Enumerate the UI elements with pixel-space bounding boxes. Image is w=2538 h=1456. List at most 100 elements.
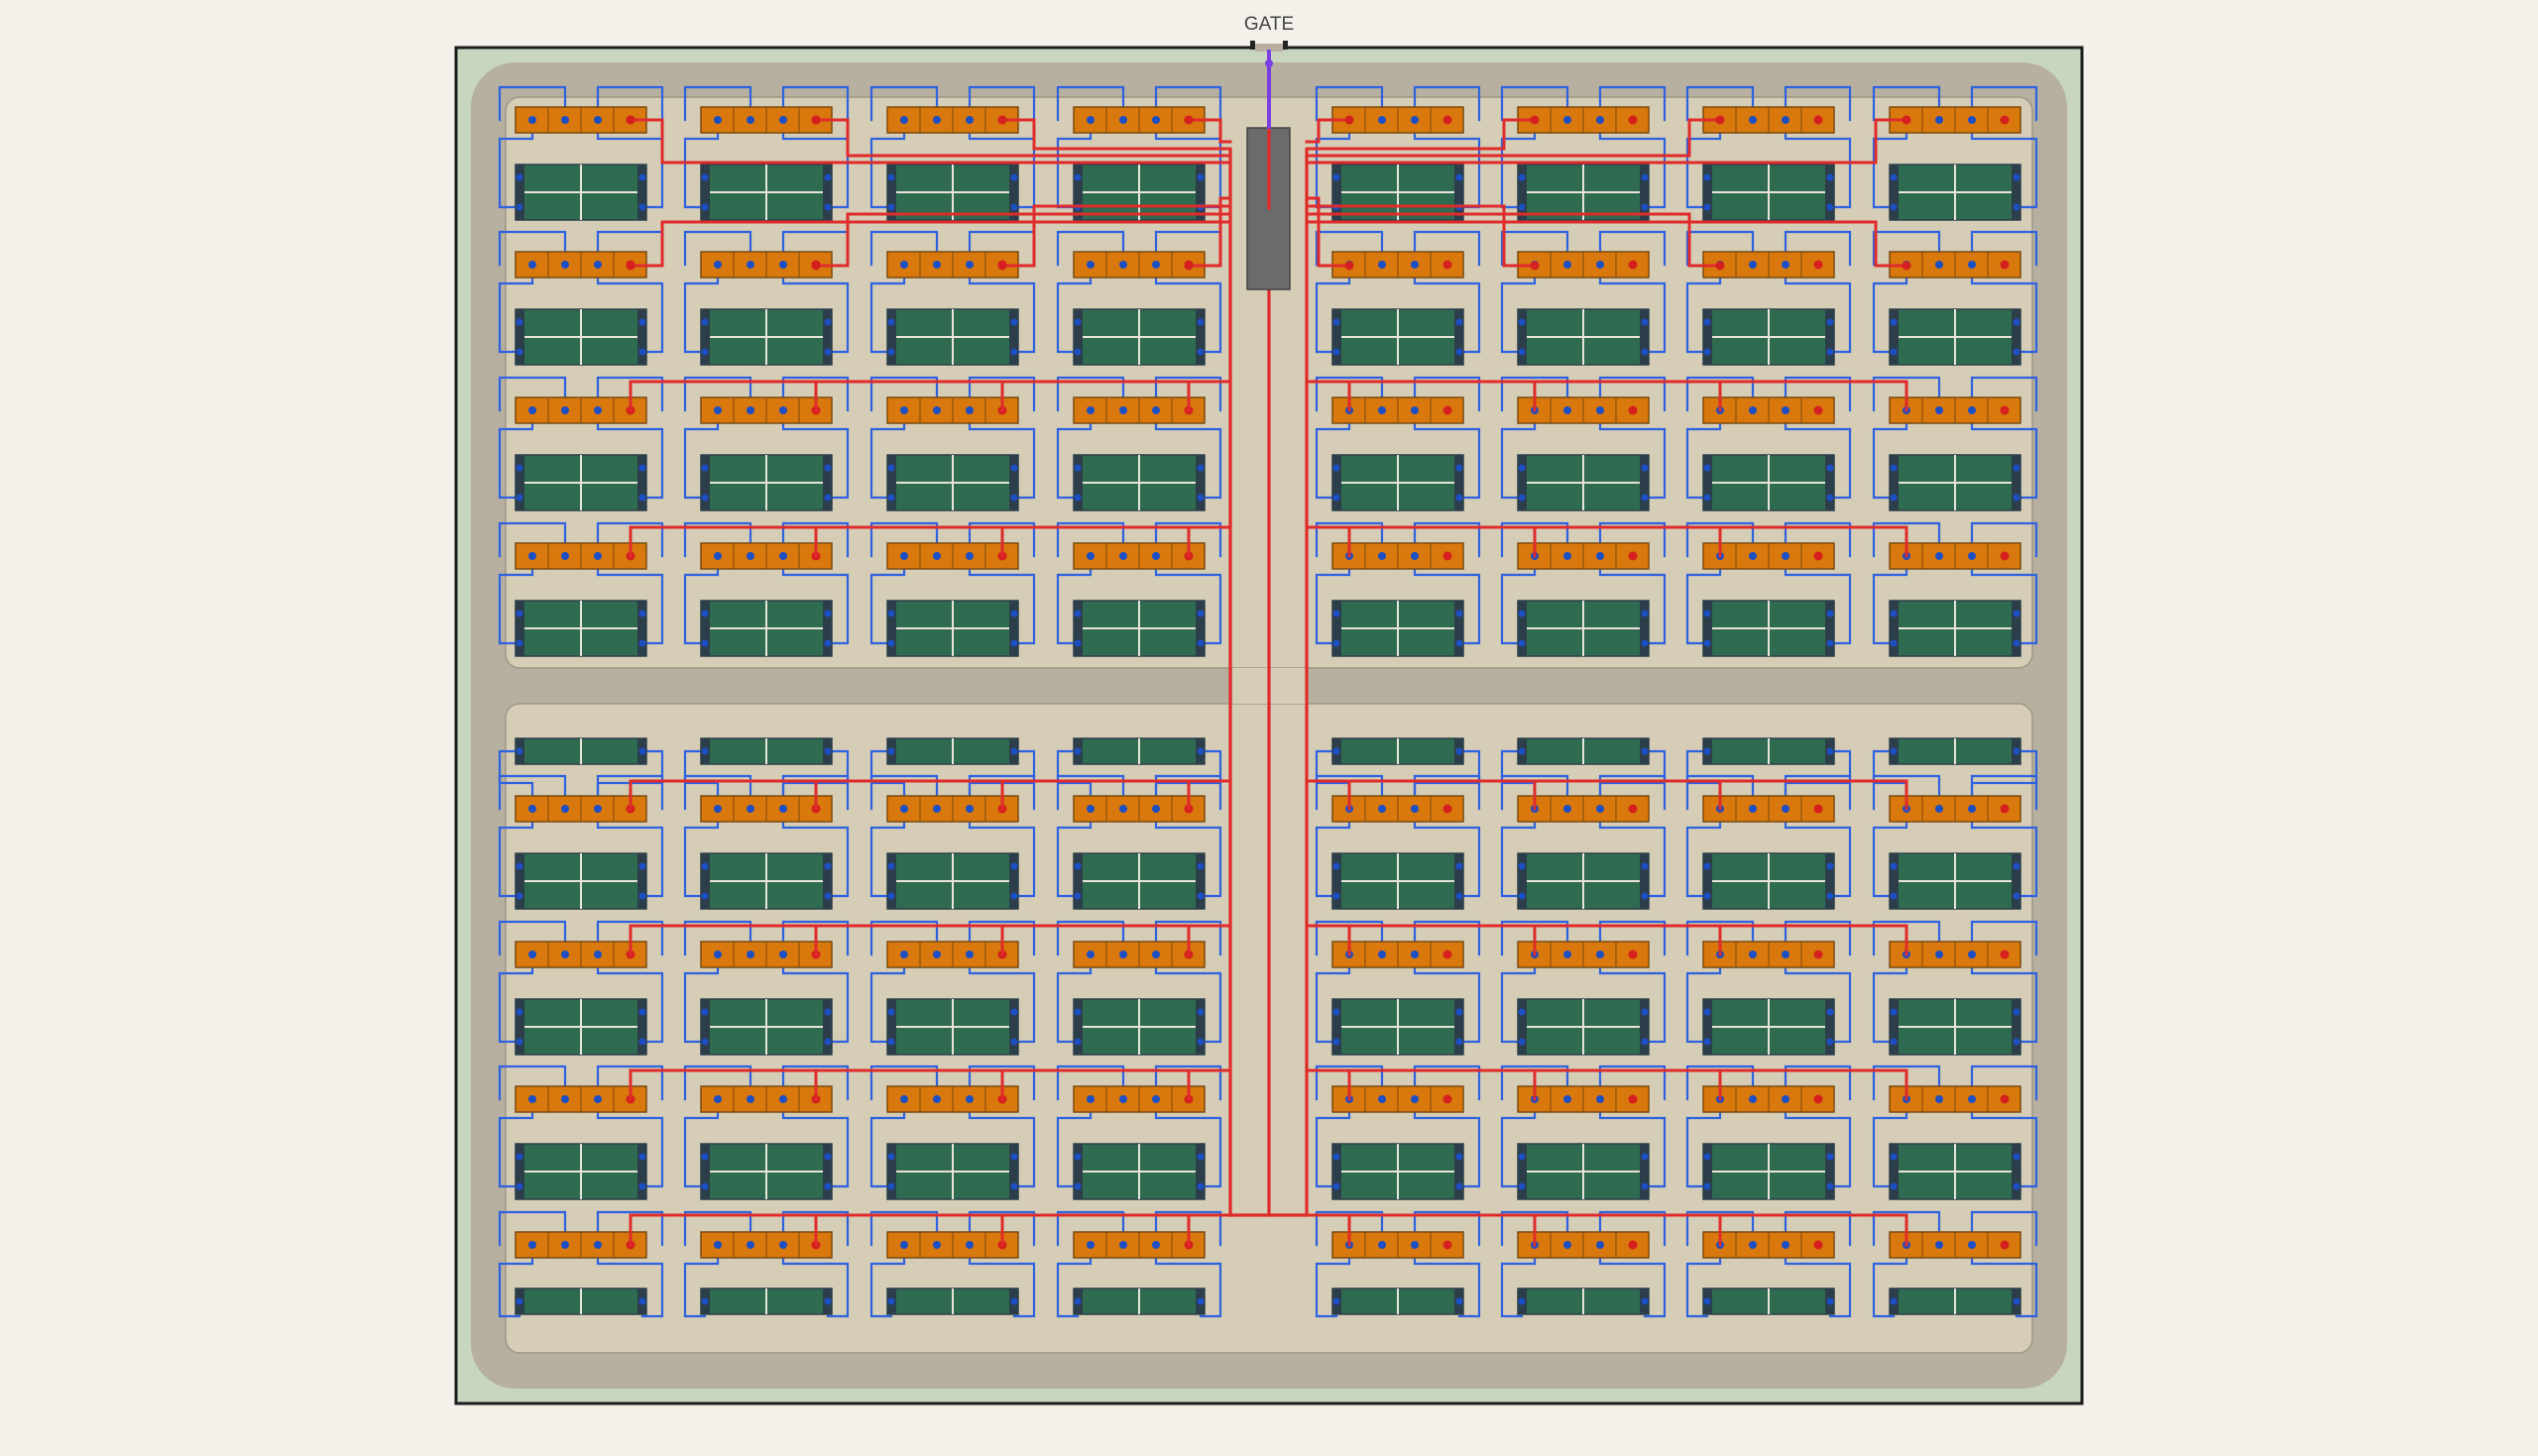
row-node	[1119, 805, 1127, 813]
row-node	[1378, 261, 1386, 269]
tree-row-south-0-3	[515, 1231, 647, 1259]
plot-node	[1332, 862, 1340, 870]
row-node	[561, 951, 569, 958]
plot-node	[1703, 1297, 1711, 1305]
grave-block-north-3-2	[1073, 454, 1206, 511]
plot-node	[1332, 639, 1340, 647]
plot-edge	[1454, 1144, 1463, 1199]
grave-block-south-5-1	[1517, 998, 1650, 1056]
row-main-node	[1442, 260, 1452, 270]
grave-block-north-7-3	[1889, 600, 2021, 657]
plot-node	[1703, 348, 1711, 356]
plot-node	[1332, 318, 1340, 326]
plot-node	[1518, 318, 1526, 326]
row-node	[1935, 552, 1943, 560]
plot-node	[1010, 494, 1018, 502]
tree-row-north-0-2	[515, 396, 647, 424]
plot-node	[1074, 639, 1082, 647]
plot-node	[516, 892, 523, 900]
plot-node	[1010, 747, 1018, 755]
plot-node	[1703, 1038, 1711, 1046]
row-node	[1596, 805, 1604, 813]
plot-node	[638, 1297, 646, 1305]
plot-node	[1890, 203, 1898, 211]
row-main-node	[1442, 1094, 1452, 1104]
plot-edge	[2012, 309, 2020, 365]
plot-node	[2013, 1153, 2020, 1161]
plot-node	[1197, 348, 1205, 356]
row-node	[528, 552, 536, 560]
grave-block-south-top-7	[1889, 737, 2021, 765]
plot-edge	[1825, 999, 1834, 1055]
row-node	[1411, 1241, 1419, 1249]
plot-node	[2013, 1008, 2020, 1016]
row-node	[528, 805, 536, 813]
tree-row-north-5-3	[1517, 542, 1650, 570]
plot-edge	[516, 455, 524, 510]
plot-node	[1890, 1297, 1898, 1305]
plot-node	[701, 1038, 709, 1046]
plot-edge	[1454, 455, 1463, 510]
row-node	[594, 552, 602, 560]
plot-node	[516, 494, 523, 502]
plot-node	[1074, 464, 1082, 472]
tree-row-north-2-2	[886, 396, 1019, 424]
row-node	[1152, 552, 1160, 560]
plot-node	[2013, 862, 2020, 870]
plot-node	[1010, 173, 1018, 181]
row-node	[747, 805, 754, 813]
grave-block-south-3-1	[1073, 998, 1206, 1056]
plot-edge	[1890, 455, 1899, 510]
row-node	[1968, 261, 1976, 269]
grave-block-north-6-2	[1702, 454, 1835, 511]
tree-row-north-7-3	[1889, 542, 2021, 570]
row-node	[900, 951, 908, 958]
tree-row-south-2-2	[886, 1085, 1019, 1113]
row-main-node	[1628, 1094, 1638, 1104]
tree-row-south-6-3	[1702, 1231, 1835, 1259]
plot-edge	[1518, 853, 1527, 909]
row-node	[528, 1095, 536, 1103]
row-main-node	[1442, 115, 1452, 125]
plot-edge	[1890, 999, 1899, 1055]
plot-edge	[1518, 455, 1527, 510]
tree-row-north-5-2	[1517, 396, 1650, 424]
grave-block-north-0-3	[515, 600, 647, 657]
plot-node	[824, 494, 832, 502]
row-node	[1119, 406, 1127, 414]
grave-block-north-1-0	[700, 164, 833, 221]
plot-node	[638, 1008, 646, 1016]
row-main-node	[2000, 804, 2010, 814]
grave-block-north-4-3	[1331, 600, 1464, 657]
plot-node	[1826, 747, 1834, 755]
plot-edge	[637, 601, 646, 656]
plot-node	[1332, 348, 1340, 356]
plot-node	[1074, 1297, 1082, 1305]
plot-node	[1826, 1038, 1834, 1046]
row-node	[1119, 261, 1127, 269]
tree-row-south-5-1	[1517, 941, 1650, 968]
plot-edge	[637, 455, 646, 510]
plot-node	[638, 203, 646, 211]
row-node	[966, 1241, 974, 1249]
plot-node	[638, 348, 646, 356]
plot-node	[1703, 639, 1711, 647]
plot-edge	[1890, 601, 1899, 656]
grave-block-south-5-0	[1517, 852, 1650, 910]
grave-block-north-3-3	[1073, 600, 1206, 657]
grave-block-south-top-2	[886, 737, 1019, 765]
plot-edge	[516, 999, 524, 1055]
grave-block-south-top-5	[1517, 737, 1650, 765]
plot-node	[1703, 610, 1711, 617]
row-node	[900, 406, 908, 414]
grave-block-north-4-0	[1331, 164, 1464, 221]
row-node	[900, 261, 908, 269]
plot-node	[1703, 1182, 1711, 1190]
row-node	[594, 261, 602, 269]
row-node	[1782, 552, 1789, 560]
grave-block-north-3-1	[1073, 308, 1206, 366]
grave-block-south-0-3	[515, 1288, 647, 1315]
grave-block-north-2-0	[886, 164, 1019, 221]
plot-node	[1641, 348, 1649, 356]
plot-node	[1641, 1008, 1649, 1016]
